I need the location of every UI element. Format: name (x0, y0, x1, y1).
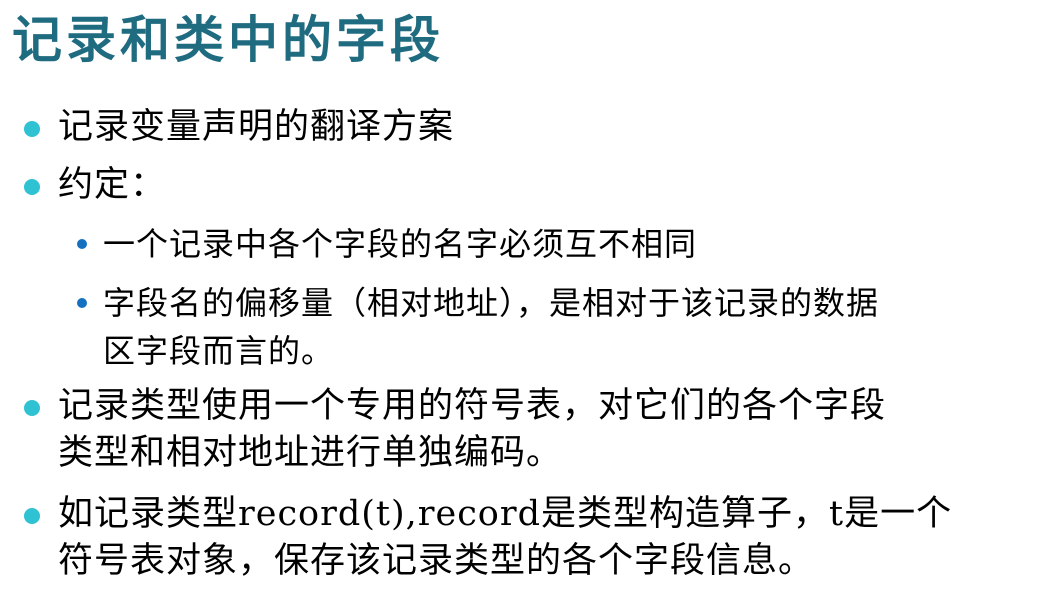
bullet-text: 字段名的偏移量（相对地址），是相对于该记录的数据 (103, 284, 880, 322)
bullet-list: 记录变量声明的翻译方案 约定： 一个记录中各个字段的名字必须互不相同 字段名的偏… (0, 0, 1044, 616)
sub-bullet-item-2: 字段名的偏移量（相对地址），是相对于该记录的数据 区字段而言的。 (103, 279, 879, 375)
bullet-text: 记录变量声明的翻译方案 (58, 107, 455, 147)
slide: 记录和类中的字段 记录变量声明的翻译方案 约定： 一个记录中各个字段的名字必须互… (0, 0, 1044, 616)
bullet-text: 记录类型使用一个专用的符号表，对它们的各个字段 (58, 386, 887, 426)
bullet-dot-icon (24, 400, 40, 416)
bullet-text: 如记录类型record(t),record是类型构造算子，t是一个 (58, 494, 953, 534)
sub-bullet-dot-icon (77, 298, 87, 308)
bullet-text: 类型和相对地址进行单独编码。 (58, 433, 563, 473)
bullet-text: 约定： (58, 165, 167, 205)
sub-bullet-dot-icon (77, 239, 87, 249)
sub-bullet-item-1: 一个记录中各个字段的名字必须互不相同 (103, 220, 697, 268)
bullet-item-3: 记录类型使用一个专用的符号表，对它们的各个字段 类型和相对地址进行单独编码。 (58, 383, 886, 477)
bullet-dot-icon (24, 121, 40, 137)
bullet-text: 一个记录中各个字段的名字必须互不相同 (103, 225, 698, 263)
bullet-text: 区字段而言的。 (103, 332, 335, 370)
bullet-text: 符号表对象，保存该记录类型的各个字段信息。 (58, 541, 815, 581)
bullet-item-4: 如记录类型record(t),record是类型构造算子，t是一个 符号表对象，… (58, 491, 952, 585)
bullet-dot-icon (24, 179, 40, 195)
bullet-item-2: 约定： (58, 162, 166, 209)
bullet-item-1: 记录变量声明的翻译方案 (58, 104, 454, 151)
bullet-dot-icon (24, 508, 40, 524)
